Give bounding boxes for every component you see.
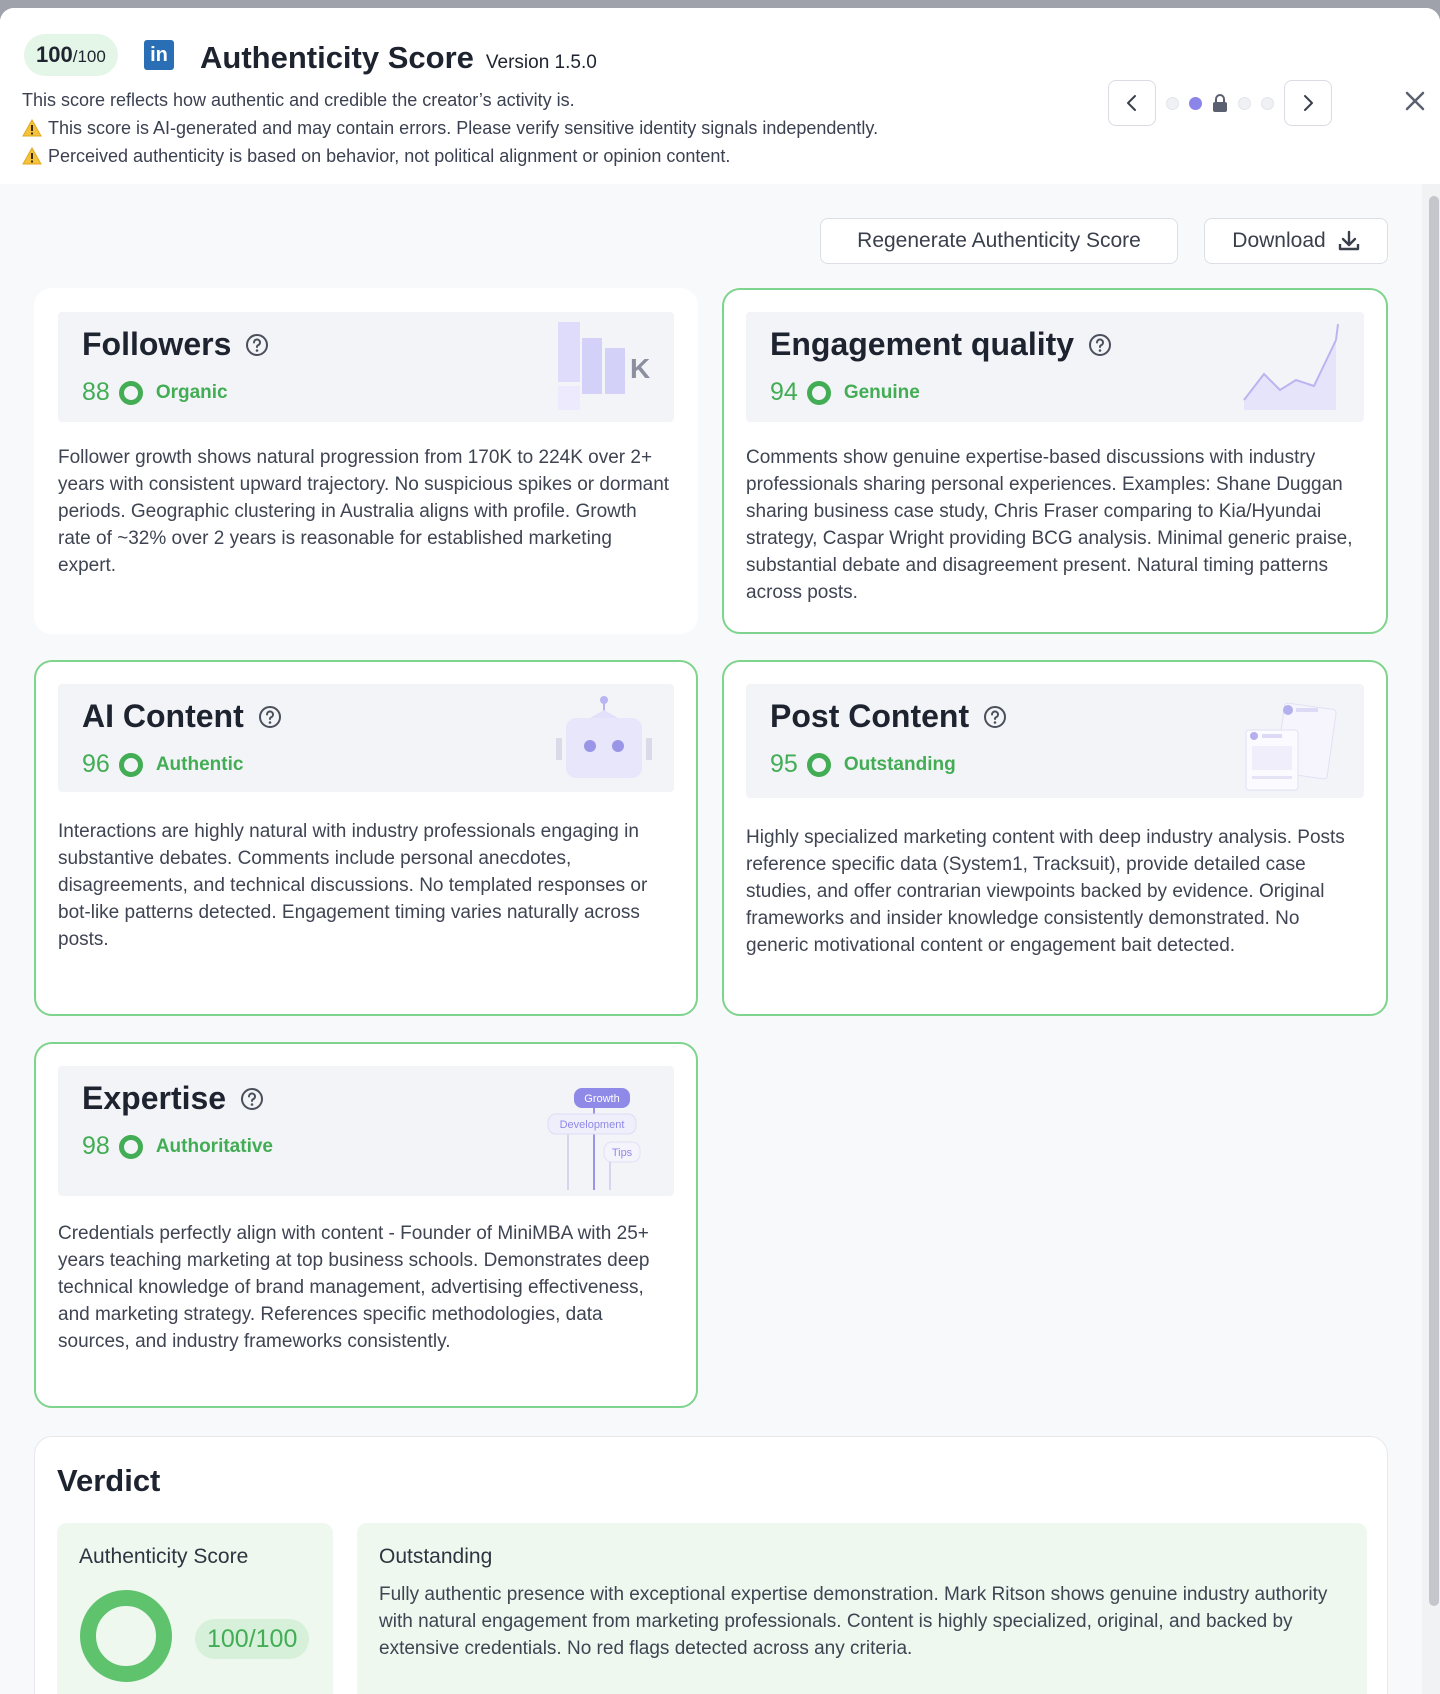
lock-icon [1213, 94, 1227, 112]
regenerate-button[interactable]: Regenerate Authenticity Score [820, 218, 1178, 264]
score-line: 94 Genuine [770, 378, 920, 407]
verdict-section: Verdict Authenticity Score 100/100 Outst… [34, 1436, 1388, 1694]
header-score-value: 100 [36, 42, 73, 67]
next-button[interactable] [1284, 80, 1332, 126]
pager-dot-active[interactable] [1189, 96, 1202, 110]
download-label: Download [1232, 229, 1326, 252]
header-descriptions: This score reflects how authentic and cr… [22, 86, 878, 170]
card-header: AI Content 96 Authentic [58, 684, 674, 792]
pager-dot[interactable] [1166, 96, 1179, 110]
header-score-max: /100 [72, 47, 106, 66]
card-rating: Authentic [155, 753, 244, 775]
card-rating: Outstanding [843, 753, 956, 775]
score-pager [1108, 80, 1332, 126]
scrollbar[interactable] [1422, 184, 1440, 1694]
topic-tags-illustration: Growth Development Tips [547, 1088, 641, 1190]
authenticity-modal: 100 /100 in Authenticity Score Version 1… [0, 8, 1440, 1694]
version-label: Version 1.5.0 [485, 52, 597, 73]
card-description: Highly specialized marketing content wit… [746, 827, 1345, 956]
verdict-score-panel: Authenticity Score 100/100 [57, 1523, 333, 1694]
regenerate-label: Regenerate Authenticity Score [857, 229, 1141, 252]
card-rating: Authoritative [155, 1135, 273, 1157]
verdict-summary-panel: Outstanding Fully authentic presence wit… [357, 1523, 1367, 1694]
card-rating: Organic [155, 381, 228, 403]
pager-dot[interactable] [1238, 96, 1251, 110]
card-header: Followers 88 Organic K [58, 312, 674, 422]
card-title: Engagement quality [770, 326, 1112, 363]
tag-development: Development [560, 1119, 625, 1131]
verdict-score-label: Authenticity Score [79, 1545, 249, 1568]
description-line: This score reflects how authentic and cr… [22, 90, 575, 110]
card-header: Expertise 98 Authoritative Growth Develo… [58, 1066, 674, 1196]
modal-header: 100 /100 in Authenticity Score Version 1… [0, 8, 1440, 184]
bar-chart-illustration-label: K [630, 353, 650, 384]
warning-icon [22, 147, 42, 165]
card-score: 95 [770, 750, 798, 778]
warning-icon [22, 119, 42, 137]
card-description: Interactions are highly natural with ind… [58, 821, 648, 950]
posts-illustration [1245, 702, 1337, 791]
modal-title: Authenticity Score [200, 40, 474, 75]
help-icon[interactable] [983, 705, 1007, 729]
card-description: Follower growth shows natural progressio… [58, 447, 670, 576]
help-icon[interactable] [240, 1087, 264, 1111]
followers-card: Followers 88 Organic K Follower growth s… [34, 288, 698, 634]
card-score: 96 [82, 750, 110, 778]
verdict-heading: Outstanding [379, 1545, 493, 1568]
download-button[interactable]: Download [1204, 218, 1388, 264]
tag-tips: Tips [612, 1147, 633, 1159]
download-icon [1338, 230, 1359, 251]
score-line: 88 Organic [82, 378, 228, 407]
score-ring-icon [118, 752, 143, 777]
card-header: Post Content 95 Outstanding [746, 684, 1364, 798]
verdict-score-ring [80, 1590, 172, 1682]
expertise-card: Expertise 98 Authoritative Growth Develo… [34, 1042, 698, 1408]
card-description: Comments show genuine expertise-based di… [746, 447, 1353, 603]
card-description: Credentials perfectly align with content… [58, 1223, 650, 1352]
chevron-right-icon [1304, 95, 1313, 111]
line-chart-illustration [1243, 324, 1339, 410]
warning-line: Perceived authenticity is based on behav… [22, 142, 878, 170]
chevron-left-icon [1127, 95, 1136, 111]
card-header: Engagement quality 94 Genuine [746, 312, 1364, 422]
bar-chart-illustration: K [558, 322, 650, 410]
help-icon[interactable] [1088, 333, 1112, 357]
linkedin-icon: in [144, 40, 174, 70]
card-title: Followers [82, 326, 269, 363]
card-title: Expertise [82, 1080, 264, 1117]
verdict-text: Fully authentic presence with exceptiona… [379, 1584, 1328, 1659]
verdict-title: Verdict [57, 1463, 161, 1498]
robot-icon [556, 696, 652, 778]
title-row: Authenticity Score Version 1.5.0 [200, 40, 597, 76]
score-line: 96 Authentic [82, 750, 243, 779]
score-line: 95 Outstanding [770, 750, 956, 779]
post-content-card: Post Content 95 Outstanding Highly speci… [722, 660, 1388, 1016]
score-ring-icon [806, 380, 831, 405]
close-icon[interactable] [1404, 90, 1426, 112]
card-title: AI Content [82, 698, 282, 735]
ai-content-card: AI Content 96 Authentic Interactions are… [34, 660, 698, 1016]
tag-growth: Growth [584, 1093, 619, 1105]
warning-line: This score is AI-generated and may conta… [22, 114, 878, 142]
card-rating: Genuine [843, 381, 920, 403]
card-score: 88 [82, 378, 110, 406]
verdict-score-badge: 100/100 [195, 1619, 310, 1659]
header-score-badge: 100 /100 [24, 34, 118, 76]
score-ring-icon [806, 752, 831, 777]
score-line: 98 Authoritative [82, 1132, 273, 1161]
pager-dot[interactable] [1261, 96, 1274, 110]
previous-button[interactable] [1108, 80, 1156, 126]
card-title: Post Content [770, 698, 1007, 735]
score-ring-icon [118, 380, 143, 405]
card-score: 98 [82, 1132, 110, 1160]
engagement-quality-card: Engagement quality 94 Genuine Comments s… [722, 288, 1388, 634]
score-ring-icon [118, 1134, 143, 1159]
help-icon[interactable] [258, 705, 282, 729]
card-score: 94 [770, 378, 798, 406]
scroll-thumb[interactable] [1429, 196, 1439, 1606]
help-icon[interactable] [245, 333, 269, 357]
